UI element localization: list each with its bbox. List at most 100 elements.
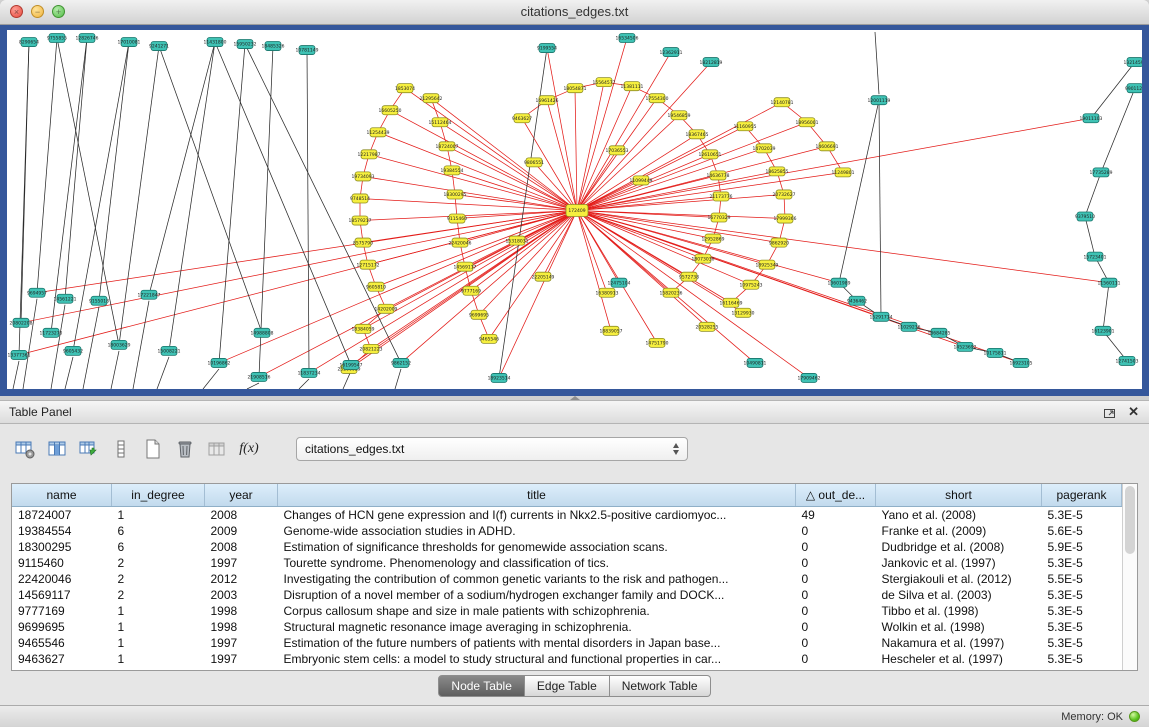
table-row[interactable]: 1456911722003Disruption of a novel membe… bbox=[12, 587, 1122, 603]
table-row[interactable]: 2242004622012Investigating the contribut… bbox=[12, 571, 1122, 587]
table-scrollbar[interactable] bbox=[1122, 484, 1137, 670]
graph-node-label: 16199547 bbox=[340, 363, 363, 369]
graph-node-label: 21173776 bbox=[710, 194, 733, 200]
delete-icon[interactable] bbox=[174, 438, 196, 460]
graph-node-label: 18054871 bbox=[564, 86, 587, 92]
function-builder-icon[interactable]: f(x) bbox=[238, 438, 260, 460]
graph-edge bbox=[577, 211, 1021, 363]
graph-edge bbox=[577, 211, 703, 259]
graph-node-label: 15950232 bbox=[234, 42, 257, 48]
graph-node-label: 14569117 bbox=[454, 264, 477, 270]
graph-node-label: 18724007 bbox=[436, 144, 459, 150]
graph-node-label: 14202009 bbox=[375, 306, 398, 312]
graph-edge bbox=[1101, 88, 1135, 172]
graph-node-label: 19384554 bbox=[441, 168, 464, 174]
graph-edge bbox=[575, 88, 577, 210]
graph-node-label: 17909462 bbox=[798, 376, 821, 382]
table-row[interactable]: 911546021997Tourette syndrome. Phenomeno… bbox=[12, 555, 1122, 571]
graph-node-label: 14523692 bbox=[954, 345, 977, 351]
tab-edge-table[interactable]: Edge Table bbox=[525, 675, 610, 697]
graph-edge bbox=[157, 357, 169, 389]
graph-node-label: 11381111 bbox=[621, 84, 644, 90]
table-tabs: Node TableEdge TableNetwork Table bbox=[0, 675, 1149, 697]
graph-edge bbox=[577, 211, 619, 283]
graph-node-label: 15291714 bbox=[870, 314, 893, 320]
graph-edge bbox=[577, 115, 679, 210]
float-panel-icon[interactable] bbox=[1103, 406, 1116, 419]
table-row[interactable]: 977716911998Corpus callosum shape and si… bbox=[12, 603, 1122, 619]
graph-edge bbox=[13, 361, 19, 389]
graph-node-label: 11431800 bbox=[204, 40, 227, 46]
column-header-title[interactable]: title bbox=[278, 484, 796, 507]
graph-node-label: 8575790 bbox=[353, 240, 373, 246]
column-header-short[interactable]: short bbox=[876, 484, 1042, 507]
graph-node-label: 12826746 bbox=[76, 36, 99, 42]
node-table-grid: namein_degreeyeartitle△ out_de...shortpa… bbox=[12, 484, 1122, 667]
node-table: namein_degreeyeartitle△ out_de...shortpa… bbox=[11, 483, 1138, 671]
graph-node-label: 20821223 bbox=[360, 347, 383, 353]
table-row[interactable]: 946362711997Embryonic stem cells: a mode… bbox=[12, 651, 1122, 667]
graph-edge bbox=[405, 88, 577, 210]
table-selector-dropdown[interactable]: citations_edges.txt bbox=[296, 437, 688, 461]
graph-node-label: 18925349 bbox=[756, 262, 779, 268]
scrollbar-thumb[interactable] bbox=[1125, 486, 1135, 554]
table-row[interactable]: 1872400712008Changes of HCN gene express… bbox=[12, 507, 1122, 524]
graph-node-label: 16380913 bbox=[596, 290, 619, 296]
graph-node-label: 15112464 bbox=[429, 120, 452, 126]
column-header-out-de[interactable]: △ out_de... bbox=[796, 484, 876, 507]
table-panel: Table Panel ✕ bbox=[0, 400, 1149, 705]
graph-node-label: 21908516 bbox=[248, 375, 271, 381]
new-document-icon[interactable] bbox=[142, 438, 164, 460]
graph-edge bbox=[203, 369, 219, 389]
table-settings-icon[interactable] bbox=[14, 438, 36, 460]
graph-node-label: 20528255 bbox=[696, 325, 719, 331]
graph-node-label: 16961426 bbox=[536, 98, 559, 104]
table-selector-value: citations_edges.txt bbox=[305, 442, 404, 456]
graph-edge bbox=[395, 369, 401, 389]
table-row[interactable]: 1830029562008Estimation of significance … bbox=[12, 539, 1122, 555]
graph-edge bbox=[577, 38, 627, 210]
graph-node-label: 16534506 bbox=[616, 36, 639, 42]
column-header-name[interactable]: name bbox=[12, 484, 112, 507]
tab-network-table[interactable]: Network Table bbox=[610, 675, 711, 697]
graph-node-label: 15723401 bbox=[1084, 254, 1107, 260]
graph-node-label: 16116469 bbox=[720, 300, 743, 306]
graph-node-label: 13129930 bbox=[732, 310, 755, 316]
graph-node-label: 9199554 bbox=[537, 46, 557, 52]
column-header-year[interactable]: year bbox=[205, 484, 278, 507]
graph-edge bbox=[133, 301, 149, 389]
memory-ok-indicator bbox=[1129, 711, 1140, 722]
graph-edge bbox=[247, 383, 259, 389]
graph-edge bbox=[23, 299, 37, 389]
select-columns-icon[interactable] bbox=[46, 438, 68, 460]
graph-node-label: 20802208 bbox=[10, 321, 33, 327]
graph-node-label: 14636778 bbox=[707, 173, 730, 179]
graph-node-label: 9436462 bbox=[847, 298, 867, 304]
graph-node-label: 12610651 bbox=[699, 152, 722, 158]
merge-table-icon[interactable] bbox=[206, 438, 228, 460]
graph-edge bbox=[577, 211, 755, 363]
graph-node-label: 9694957 bbox=[27, 290, 47, 296]
graph-node-label: 9862152 bbox=[391, 361, 411, 367]
graph-node-label: 15008221 bbox=[158, 349, 181, 355]
import-table-icon[interactable] bbox=[78, 438, 100, 460]
graph-node-label: 9699695 bbox=[469, 312, 489, 318]
table-row[interactable]: 969969511998Structural magnetic resonanc… bbox=[12, 619, 1122, 635]
graph-node-label: 16923105 bbox=[1010, 361, 1033, 367]
network-window-titlebar[interactable]: × − + citations_edges.txt bbox=[0, 0, 1149, 25]
column-header-in-degree[interactable]: in_degree bbox=[112, 484, 205, 507]
graph-node-label: 17735289 bbox=[1090, 170, 1113, 176]
tab-node-table[interactable]: Node Table bbox=[438, 675, 525, 697]
column-header-pagerank[interactable]: pagerank bbox=[1042, 484, 1122, 507]
table-row[interactable]: 1938455462009Genome-wide association stu… bbox=[12, 523, 1122, 539]
network-graph-canvas[interactable]: 1724091853074166052501125443912217987197… bbox=[7, 30, 1142, 389]
graph-node-label: 9901125 bbox=[1125, 86, 1142, 92]
close-panel-icon[interactable]: ✕ bbox=[1128, 404, 1139, 420]
graph-edge bbox=[159, 46, 262, 333]
graph-node-label: 10490811 bbox=[744, 361, 767, 367]
column-icon[interactable] bbox=[110, 438, 132, 460]
graph-node-label: 18212819 bbox=[700, 60, 723, 66]
graph-edge bbox=[307, 50, 309, 373]
table-row[interactable]: 946554611997Estimation of the future num… bbox=[12, 635, 1122, 651]
graph-node-label: 17010081 bbox=[118, 40, 141, 46]
